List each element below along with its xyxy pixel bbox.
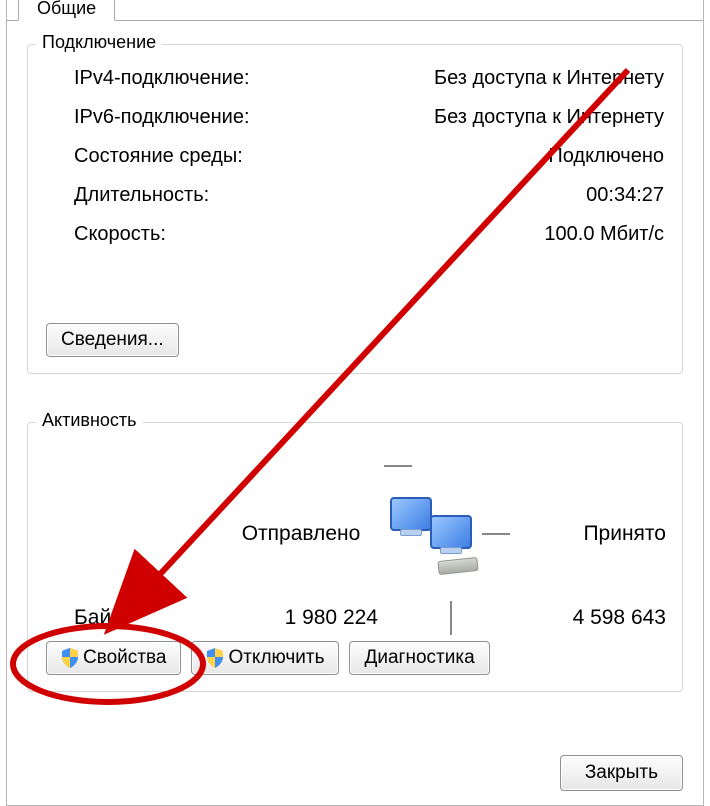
properties-button-label: Свойства [83,647,166,669]
ipv6-value: Без доступа к Интернету [434,106,664,129]
diagnose-button[interactable]: Диагностика [349,641,489,675]
network-activity-icon [388,497,474,571]
media-value: Подключено [548,145,664,168]
activity-divider [386,601,476,635]
duration-value: 00:34:27 [586,184,664,207]
activity-sent-header: Отправлено [216,522,386,546]
bytes-sent-value: 1 980 224 [216,606,386,630]
dialog-panel: Общие Подключение IPv4-подключение: Без … [6,0,704,806]
bytes-label: Байт: [46,606,216,630]
shield-icon [61,648,79,668]
row-media-state: Состояние среды: Подключено [46,137,664,176]
speed-value: 100.0 Мбит/с [544,223,664,246]
row-ipv4: IPv4-подключение: Без доступа к Интернет… [46,59,664,98]
ipv4-value: Без доступа к Интернету [434,67,664,90]
diagnose-button-label: Диагностика [364,647,474,669]
ipv6-label: IPv6-подключение: [74,106,250,129]
tab-general[interactable]: Общие [18,0,115,21]
row-ipv6: IPv6-подключение: Без доступа к Интернет… [46,98,664,137]
ipv4-label: IPv4-подключение: [74,67,250,90]
disable-button[interactable]: Отключить [191,641,339,675]
group-connection: Подключение IPv4-подключение: Без доступ… [27,44,683,374]
bytes-received-value: 4 598 643 [516,606,666,630]
tab-general-label: Общие [37,0,96,18]
duration-label: Длительность: [74,184,209,207]
media-label: Состояние среды: [74,145,243,168]
properties-button[interactable]: Свойства [46,641,181,675]
row-duration: Длительность: 00:34:27 [46,176,664,215]
row-speed: Скорость: 100.0 Мбит/с [46,215,664,254]
details-button[interactable]: Сведения... [46,323,179,357]
activity-received-header: Принято [516,522,666,546]
group-connection-title: Подключение [36,32,162,53]
close-button[interactable]: Закрыть [560,755,683,791]
close-button-label: Закрыть [585,762,658,784]
group-activity-title: Активность [36,410,143,431]
shield-icon [206,648,224,668]
group-activity: Активность Отправлено Принято Байт: 1 98… [27,422,683,692]
speed-label: Скорость: [74,223,166,246]
details-button-label: Сведения... [61,329,164,351]
disable-button-label: Отключить [228,647,324,669]
